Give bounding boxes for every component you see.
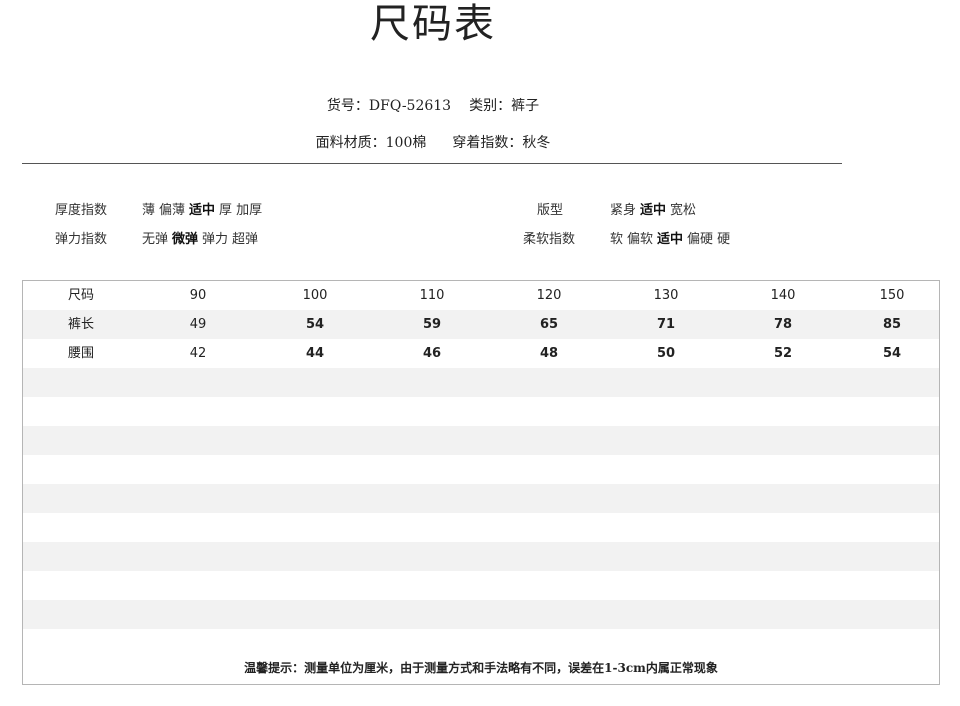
product-meta-line-2: 面料材质：100棉 穿着指数：秋冬 [0, 132, 866, 152]
table-row-empty [23, 426, 939, 455]
table-row-empty [23, 397, 939, 426]
attribute-label: 柔软指数 [523, 232, 576, 247]
category: 类别：裤子 [469, 98, 540, 114]
table-cell: 150 [879, 288, 905, 303]
attribute-option: 硬 [717, 232, 731, 247]
table-cell: 48 [539, 346, 559, 361]
table-cell: 78 [773, 317, 793, 332]
attribute-option: 加厚 [236, 203, 263, 218]
table-row: 裤长 49 54 59 65 71 78 85 [23, 310, 939, 339]
attribute-option: 偏薄 [159, 203, 186, 218]
table-row-empty [23, 368, 939, 397]
table-row-empty [23, 455, 939, 484]
table-row: 尺码 90 100 110 120 130 140 150 [23, 281, 939, 310]
table-cell: 54 [305, 317, 325, 332]
page-title: 尺码表 [370, 1, 496, 47]
attribute-option: 薄 [142, 203, 156, 218]
table-cell: 54 [882, 346, 902, 361]
product-meta-line-1: 货号：DFQ-52613 类别：裤子 [0, 95, 866, 115]
table-cell: 110 [419, 288, 445, 303]
item-number: 货号：DFQ-52613 [326, 98, 452, 114]
table-row-empty [23, 542, 939, 571]
row-label: 腰围 [67, 346, 94, 361]
table-cell: 52 [773, 346, 793, 361]
attribute-option-selected: 适中 [640, 203, 667, 218]
attribute-option: 偏硬 [687, 232, 714, 247]
table-cell: 85 [882, 317, 902, 332]
attribute-option: 无弹 [142, 232, 169, 247]
attribute-option: 超弹 [232, 232, 259, 247]
attribute-elasticity: 弹力指数 [55, 228, 107, 247]
attribute-label: 厚度指数 [55, 203, 108, 218]
attribute-fit: 版型 [537, 199, 563, 218]
table-cell: 50 [656, 346, 676, 361]
attribute-options: 薄偏薄 适中厚加厚 [142, 199, 266, 218]
table-cell: 46 [422, 346, 442, 361]
table-cell: 65 [539, 317, 559, 332]
table-cell: 130 [653, 288, 679, 303]
table-cell: 90 [189, 288, 207, 303]
divider [22, 163, 842, 164]
table-row-empty [23, 600, 939, 629]
attribute-option: 弹力 [202, 232, 229, 247]
table-row-empty [23, 484, 939, 513]
attribute-option-selected: 适中 [189, 203, 216, 218]
row-label: 裤长 [67, 317, 94, 332]
table-row-empty [23, 571, 939, 600]
attribute-label: 版型 [537, 203, 564, 218]
table-cell: 44 [305, 346, 325, 361]
table-cell: 140 [770, 288, 796, 303]
attribute-option: 厚 [219, 203, 233, 218]
attribute-thickness: 厚度指数 [55, 199, 107, 218]
attribute-label: 弹力指数 [55, 232, 108, 247]
attribute-option-selected: 适中 [657, 232, 684, 247]
attribute-options: 软偏软 适中 偏硬硬 [610, 228, 734, 247]
wear-season: 穿着指数：秋冬 [452, 135, 551, 151]
attribute-option: 软 [610, 232, 624, 247]
attribute-options: 紧身 适中 宽松 [610, 199, 700, 218]
measurement-note: 温馨提示：测量单位为厘米，由于测量方式和手法略有不同，误差在1-3cm内属正常现… [244, 661, 718, 675]
attribute-options: 无弹 微弹 弹力 超弹 [142, 228, 262, 247]
table-cell: 100 [302, 288, 328, 303]
table-row-empty [23, 629, 939, 658]
attribute-option: 宽松 [670, 203, 697, 218]
table-cell: 71 [656, 317, 676, 332]
table-cell: 49 [189, 317, 207, 332]
attribute-option: 偏软 [627, 232, 654, 247]
table-row: 腰围 42 44 46 48 50 52 54 [23, 339, 939, 368]
row-label: 尺码 [67, 288, 94, 303]
attribute-option: 紧身 [610, 203, 637, 218]
table-row-empty [23, 513, 939, 542]
fabric-material: 面料材质：100棉 [315, 135, 427, 151]
size-table: 尺码 90 100 110 120 130 140 150 裤长 49 54 59 65 71 78 85 腰围… [22, 280, 940, 685]
attribute-option-selected: 微弹 [172, 232, 199, 247]
table-cell: 42 [189, 346, 207, 361]
table-cell: 59 [422, 317, 442, 332]
table-cell: 120 [536, 288, 562, 303]
attribute-softness: 柔软指数 [523, 228, 575, 247]
